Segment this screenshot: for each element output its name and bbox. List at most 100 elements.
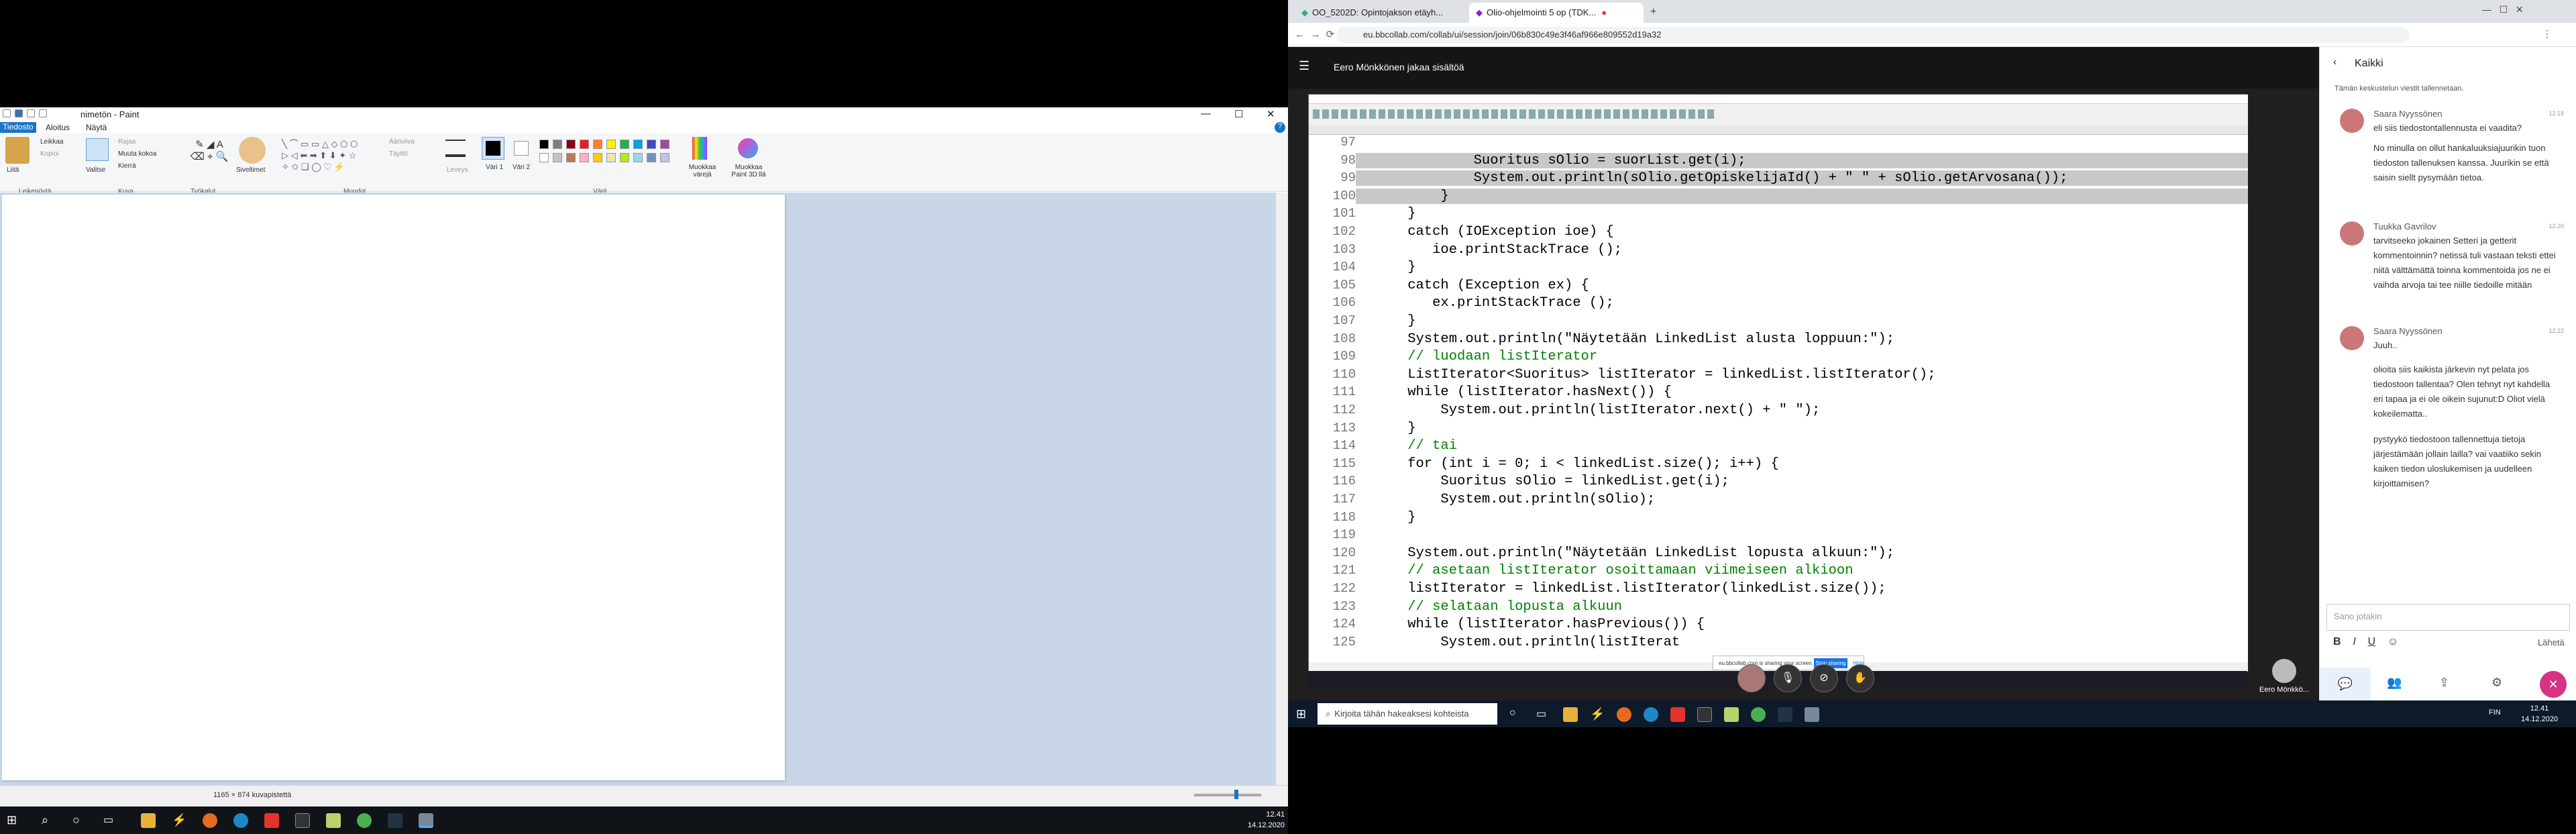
color-swatch[interactable] [633,153,643,162]
cortana-icon[interactable]: ○ [72,813,87,828]
vscode-icon[interactable] [388,813,402,828]
color-swatch[interactable] [660,140,669,149]
copy-button[interactable]: Kopioi [40,150,59,158]
zoom-slider[interactable] [1194,794,1261,796]
windows-start-icon[interactable]: ⊞ [7,813,21,828]
color-swatch[interactable] [566,140,576,149]
edit-colors-button[interactable]: Muokkaa värejä [686,164,719,178]
browser-tab-2[interactable]: ◆ Olio-ohjelmointi 5 op (TDK... ● [1469,3,1644,23]
underline-button[interactable]: U [2368,636,2376,647]
tools-icons[interactable]: ✎ ◢ A ⌫ ⌖ 🔍 [182,138,236,172]
edit-colors-icon[interactable] [692,137,707,160]
save-icon[interactable] [15,109,23,117]
fill-button[interactable]: Täyttö [389,150,408,158]
color-swatch[interactable] [539,153,549,162]
color-palette[interactable] [539,137,687,184]
color2-selector[interactable] [514,141,529,156]
chrome-icon[interactable] [1751,707,1766,722]
send-button[interactable]: Lähetä [2538,637,2565,647]
tab-file[interactable]: Tiedosto [0,122,36,133]
help-icon[interactable]: ? [1275,122,1285,133]
task-view-icon[interactable]: ▭ [1536,707,1551,722]
file-explorer-icon[interactable] [141,813,156,828]
color-swatch[interactable] [580,153,589,162]
color-swatch[interactable] [553,140,562,149]
close-icon[interactable]: ✕ [1267,108,1275,120]
raise-hand-icon[interactable]: ✋ [1846,664,1874,692]
color-swatch[interactable] [593,140,602,149]
italic-button[interactable]: I [2353,636,2355,647]
share-content-icon[interactable]: ⇪ [2439,676,2449,690]
edge-icon[interactable] [1644,707,1658,722]
cortana-icon[interactable]: ○ [1509,707,1524,722]
terminal-icon[interactable] [1697,707,1712,722]
close-panel-icon[interactable]: ✕ [2540,671,2567,698]
menu-icon[interactable]: ⋮ [2542,28,2552,40]
paste-icon[interactable] [5,137,30,164]
tab-home[interactable]: Aloitus [46,123,70,132]
settings-icon[interactable]: ⚙ [2491,676,2502,690]
vertical-scrollbar[interactable] [1276,193,1288,785]
select-button[interactable]: Valitse [86,166,105,174]
color-swatch[interactable] [593,153,602,162]
camera-off-icon[interactable]: ⊘ [1810,664,1838,692]
cut-button[interactable]: Leikkaa [40,138,63,146]
redo-icon[interactable] [39,109,47,117]
notepadpp-icon[interactable] [326,813,341,828]
minimize-icon[interactable]: — [1201,108,1211,119]
paint3d-icon[interactable] [738,138,758,158]
zoom-slider-thumb[interactable] [1234,790,1238,799]
bold-button[interactable]: B [2333,636,2341,647]
windows-start-icon[interactable]: ⊞ [1296,707,1311,722]
paste-button[interactable]: Liitä [7,166,19,174]
size-button[interactable]: Leveys [447,166,468,174]
color-swatch[interactable] [566,153,576,162]
color-swatch[interactable] [539,140,549,149]
shapes-gallery[interactable]: ╲ ⌒ ▭ ▭ △ ◇ ⬠ ⬡ ▷ ◁ ⬅ ➡ ⬆ ⬇ ✦ ☆ ✧ ✩ ❏ ◯ ♡ … [282,138,382,178]
color-swatch[interactable] [620,140,629,149]
paint3d-button[interactable]: Muokkaa Paint 3D:llä [727,164,770,178]
drawing-canvas[interactable] [2,195,785,780]
new-tab-icon[interactable]: + [1650,6,1656,18]
crop-button[interactable]: Rajaa [118,138,136,146]
undo-icon[interactable] [27,109,35,117]
address-bar[interactable]: eu.bbcollab.com/collab/ui/session/join/0… [1336,27,2410,43]
size-icon[interactable] [445,140,466,157]
task-view-icon[interactable]: ▭ [103,813,118,828]
back-icon[interactable]: ‹ [2333,56,2337,68]
color-swatch[interactable] [606,140,616,149]
chat-input[interactable]: Sano jotakin [2326,604,2570,631]
color-swatch[interactable] [553,153,562,162]
firefox-icon[interactable] [203,813,217,828]
color-swatch[interactable] [606,153,616,162]
color1-selector[interactable] [482,137,504,160]
paint-taskbar-icon[interactable] [419,813,433,828]
maximize-icon[interactable]: ☐ [1234,108,1243,120]
presenter-tile[interactable]: Eero Mönkkö... [2254,659,2314,699]
terminal-icon[interactable] [295,813,310,828]
color-swatch[interactable] [660,153,669,162]
code-editor[interactable]: 97 98 Suoritus sOlio = suorList.get(i); 99… [1309,135,2248,662]
color-swatch[interactable] [633,140,643,149]
mic-off-icon[interactable]: 🎙 [1774,664,1802,692]
brushes-icon[interactable] [239,137,266,164]
office-icon[interactable] [1670,707,1685,722]
chrome-icon[interactable] [357,813,372,828]
color-swatch[interactable] [647,153,656,162]
notepadpp-icon[interactable] [1724,707,1739,722]
window-controls[interactable]: — ☐ ✕ [2482,4,2524,15]
file-explorer-icon[interactable] [1563,707,1578,722]
taskbar-search[interactable]: ⌕ Kirjoita tähän hakeaksesi kohteista [1318,703,1497,725]
outline-button[interactable]: Ääriviiva [389,138,415,146]
nav-icons[interactable]: ← → ⟳ [1295,28,1334,40]
color-swatch[interactable] [647,140,656,149]
browser-tab-1[interactable]: ◆ OO_5202D: Opintojakson etäyh... [1295,3,1469,23]
brushes-button[interactable]: Siveltimet [236,166,265,174]
color-swatch[interactable] [620,153,629,162]
edge-icon[interactable] [233,813,248,828]
color-swatch[interactable] [580,140,589,149]
paint-taskbar-icon[interactable] [1805,707,1819,722]
attendees-icon[interactable]: 👥 [2387,676,2402,690]
bolt-app-icon[interactable]: ⚡ [1590,707,1605,722]
language-indicator[interactable]: FIN [2489,709,2501,717]
